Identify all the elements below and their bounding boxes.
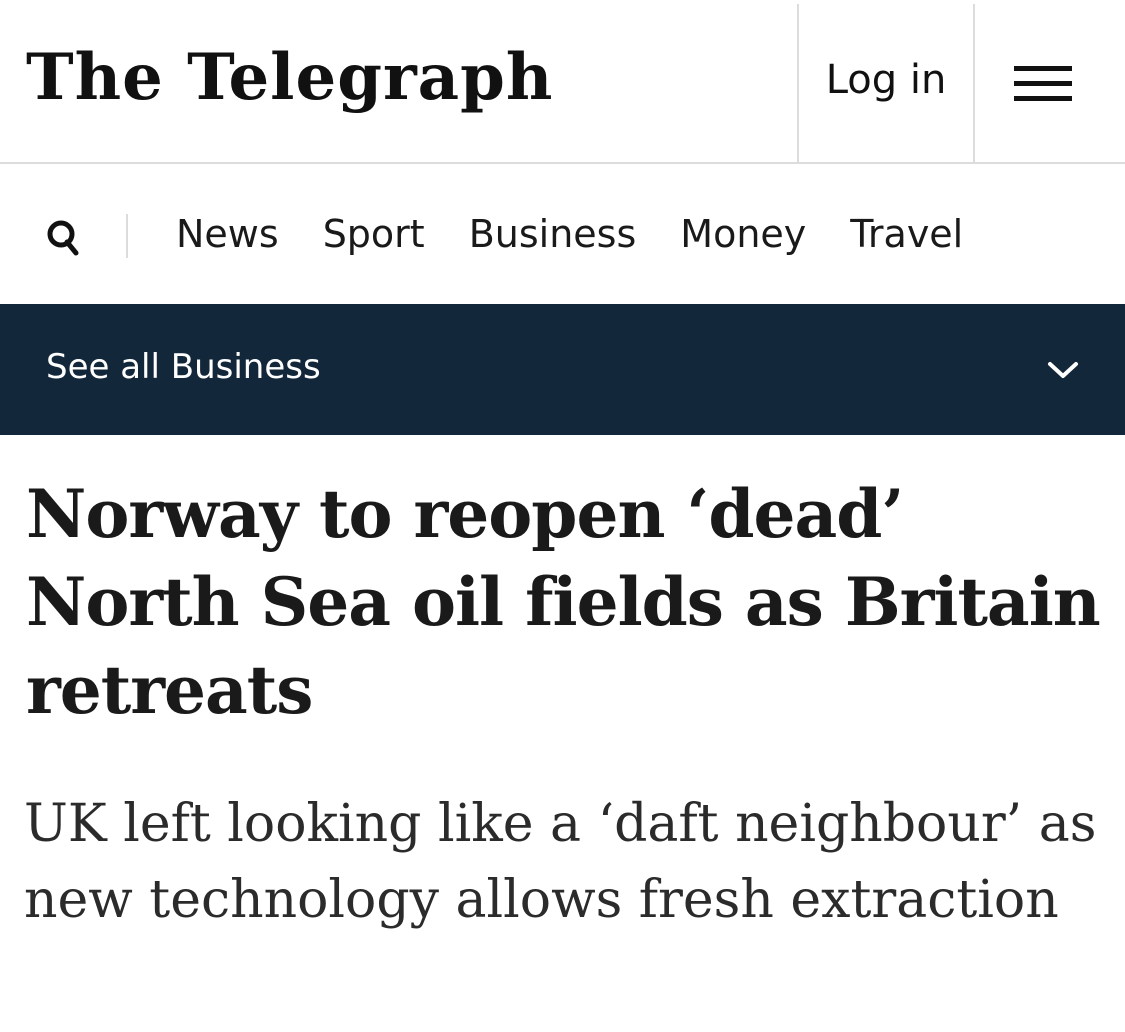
nav-item-money[interactable]: Money: [680, 212, 806, 256]
article-standfirst: UK left looking like a ‘daft neighbour’ …: [24, 794, 1097, 930]
nav-items: News Sport Business Money Travel: [176, 204, 1007, 264]
article-headline: Norway to reopen ‘dead’ North Sea oil fi…: [26, 475, 1101, 729]
nav-item-travel[interactable]: Travel: [850, 212, 963, 256]
nav-divider: [126, 214, 128, 258]
see-all-business-bar[interactable]: See all Business: [0, 304, 1125, 435]
nav-item-business[interactable]: Business: [469, 212, 637, 256]
search-icon[interactable]: [44, 218, 84, 258]
nav-item-sport[interactable]: Sport: [323, 212, 425, 256]
nav-item-news[interactable]: News: [176, 212, 279, 256]
section-nav: News Sport Business Money Travel: [0, 166, 1125, 304]
masthead: The Telegraph Log in: [0, 0, 1125, 164]
masthead-divider: [973, 4, 975, 162]
chevron-down-icon[interactable]: [1046, 358, 1080, 382]
section-bar-label: See all Business: [46, 347, 321, 387]
masthead-divider: [797, 4, 799, 162]
hamburger-menu-icon[interactable]: [1008, 60, 1080, 108]
login-button[interactable]: Log in: [800, 30, 972, 130]
nav-scroll-fade: [1005, 166, 1125, 304]
telegraph-logo[interactable]: The Telegraph: [26, 28, 553, 128]
